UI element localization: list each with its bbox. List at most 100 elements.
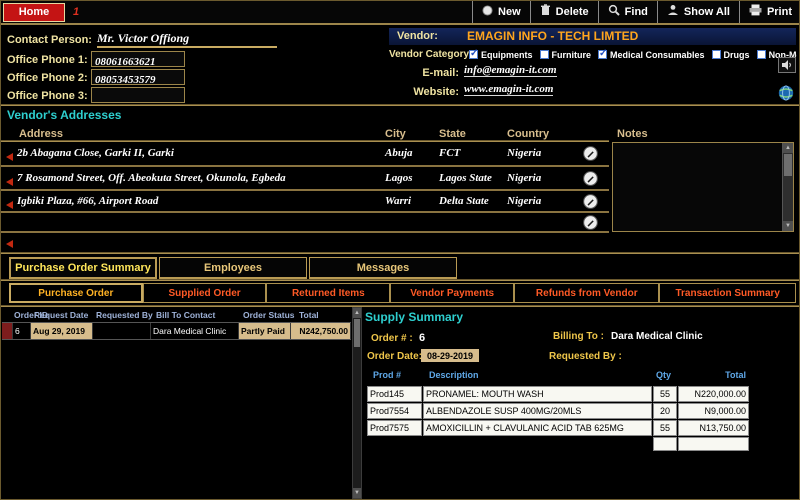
subtab-vendor-payments[interactable]: Vendor Payments — [390, 283, 514, 303]
vendor-details-window: Home 1 New Delete Find Show All Print — [0, 0, 800, 500]
edit-pencil-icon[interactable] — [583, 194, 598, 214]
address-row[interactable]: 2b Abagana Close, Garki II, Garki Abuja … — [1, 142, 609, 167]
address-cell[interactable]: 7 Rosamond Street, Off. Abeokuta Street,… — [17, 172, 286, 184]
state-cell[interactable]: Delta State — [439, 195, 489, 207]
total-cell[interactable]: N9,000.00 — [678, 403, 749, 419]
edit-pencil-icon[interactable] — [583, 171, 598, 191]
print-button-label: Print — [767, 6, 792, 18]
country-cell[interactable]: Nigeria — [507, 195, 541, 207]
category-furniture[interactable]: Furniture — [540, 48, 592, 61]
request-date-cell[interactable]: Aug 29, 2019 — [31, 323, 93, 339]
city-column-header: City — [385, 128, 406, 140]
city-cell[interactable]: Warri — [385, 195, 411, 207]
address-cell[interactable]: 2b Abagana Close, Garki II, Garki — [17, 147, 174, 159]
city-cell[interactable]: Lagos — [385, 172, 413, 184]
website-value[interactable]: www.emagin-it.com — [464, 83, 553, 96]
prod-cell[interactable]: Prod7554 — [367, 403, 422, 419]
office-phone1-field[interactable]: 08061663621 — [91, 51, 185, 67]
contact-person-value[interactable]: Mr. Victor Offiong — [97, 31, 277, 48]
category-medical-consumables[interactable]: Medical Consumables — [598, 48, 705, 61]
po-header-total: Total — [299, 310, 319, 320]
qty-cell[interactable]: 55 — [653, 420, 677, 436]
vendor-label: Vendor: — [397, 30, 438, 42]
state-cell[interactable]: FCT — [439, 147, 460, 159]
address-row[interactable]: Igbiki Plaza, #66, Airport Road Warri De… — [1, 191, 609, 213]
speaker-button[interactable] — [778, 57, 796, 73]
purchase-order-row[interactable]: 6 Aug 29, 2019 Dara Medical Clinic Partl… — [2, 322, 351, 340]
description-cell[interactable]: PRONAMEL: MOUTH WASH — [423, 386, 652, 402]
subtab-transaction-summary[interactable]: Transaction Summary — [659, 283, 796, 303]
prod-cell[interactable]: Prod145 — [367, 386, 422, 402]
prod-cell[interactable]: Prod7575 — [367, 420, 422, 436]
scroll-thumb[interactable] — [784, 154, 792, 176]
edit-pencil-icon[interactable] — [583, 215, 598, 235]
city-cell[interactable]: Abuja — [385, 147, 413, 159]
vendor-categories: Equipments Furniture Medical Consumables… — [469, 48, 797, 61]
description-cell[interactable]: ALBENDAZOLE SUSP 400MG/20MLS — [423, 403, 652, 419]
checkbox-icon[interactable] — [712, 50, 721, 59]
state-cell[interactable]: Lagos State — [439, 172, 492, 184]
country-column-header: Country — [507, 128, 549, 140]
subtab-supplied-order[interactable]: Supplied Order — [143, 283, 267, 303]
total-cell-empty[interactable] — [678, 437, 749, 451]
email-label: E-mail: — [389, 67, 459, 79]
requested-by-cell[interactable] — [93, 323, 151, 339]
country-cell[interactable]: Nigeria — [507, 172, 541, 184]
requested-by-label: Requested By : — [549, 351, 622, 362]
edit-pencil-icon[interactable] — [583, 146, 598, 166]
notes-listbox[interactable]: ▲ ▼ — [612, 142, 794, 232]
row-selector[interactable] — [2, 323, 13, 339]
description-cell[interactable]: AMOXICILLIN + CLAVULANIC ACID TAB 625MG — [423, 420, 652, 436]
tab-messages[interactable]: Messages — [309, 257, 457, 279]
subtab-refunds-from-vendor[interactable]: Refunds from Vendor — [514, 283, 659, 303]
scroll-up-icon[interactable]: ▲ — [783, 143, 793, 153]
notes-scrollbar[interactable]: ▲ ▼ — [782, 143, 793, 231]
scroll-thumb[interactable] — [354, 319, 360, 347]
home-button[interactable]: Home — [3, 3, 65, 22]
subtab-purchase-order[interactable]: Purchase Order — [9, 283, 143, 303]
checkbox-icon[interactable] — [757, 50, 766, 59]
scroll-down-icon[interactable]: ▼ — [783, 221, 793, 231]
total-cell[interactable]: N242,750.00 — [291, 323, 351, 339]
qty-cell-empty[interactable] — [653, 437, 677, 451]
scroll-down-icon[interactable]: ▼ — [353, 488, 361, 498]
checkbox-icon[interactable] — [469, 50, 478, 59]
email-value[interactable]: info@emagin-it.com — [464, 64, 557, 77]
bill-to-contact-cell[interactable]: Dara Medical Clinic — [151, 323, 239, 339]
office-phone2-field[interactable]: 08053453579 — [91, 69, 185, 85]
new-button[interactable]: New — [472, 1, 530, 23]
address-cell[interactable]: Igbiki Plaza, #66, Airport Road — [17, 195, 158, 207]
globe-button[interactable] — [778, 85, 796, 103]
tab-employees[interactable]: Employees — [159, 257, 307, 279]
qty-cell[interactable]: 20 — [653, 403, 677, 419]
qty-cell[interactable]: 55 — [653, 386, 677, 402]
print-button[interactable]: Print — [739, 1, 800, 23]
panel-scrollbar[interactable]: ▲ ▼ — [352, 307, 362, 499]
show-all-button[interactable]: Show All — [657, 1, 739, 23]
checkbox-icon[interactable] — [540, 50, 549, 59]
address-row[interactable]: 7 Rosamond Street, Off. Abeokuta Street,… — [1, 167, 609, 191]
category-equipments[interactable]: Equipments — [469, 48, 533, 61]
new-address-row[interactable] — [1, 233, 609, 249]
po-header-requested-by: Requested By — [96, 310, 153, 320]
find-button[interactable]: Find — [598, 1, 657, 23]
scroll-up-icon[interactable]: ▲ — [353, 308, 361, 318]
country-cell[interactable]: Nigeria — [507, 147, 541, 159]
subtab-returned-items[interactable]: Returned Items — [266, 283, 390, 303]
office-phone3-field[interactable] — [91, 87, 185, 103]
total-cell[interactable]: N13,750.00 — [678, 420, 749, 436]
po-header-bill-to-contact: Bill To Contact — [156, 310, 215, 320]
record-arrow-icon — [4, 149, 14, 167]
subtab-label: Transaction Summary — [675, 288, 779, 299]
order-status-cell[interactable]: Partly Paid — [239, 323, 291, 339]
address-row-empty[interactable] — [1, 213, 609, 233]
order-id-cell[interactable]: 6 — [13, 323, 31, 339]
globe-icon — [778, 88, 794, 105]
category-drugs[interactable]: Drugs — [712, 48, 750, 61]
order-date-value[interactable]: 08-29-2019 — [421, 349, 479, 362]
tab-purchase-order-summary[interactable]: Purchase Order Summary — [9, 257, 157, 279]
delete-button[interactable]: Delete — [530, 1, 598, 23]
speaker-icon — [781, 58, 793, 75]
checkbox-icon[interactable] — [598, 50, 607, 59]
total-cell[interactable]: N220,000.00 — [678, 386, 749, 402]
